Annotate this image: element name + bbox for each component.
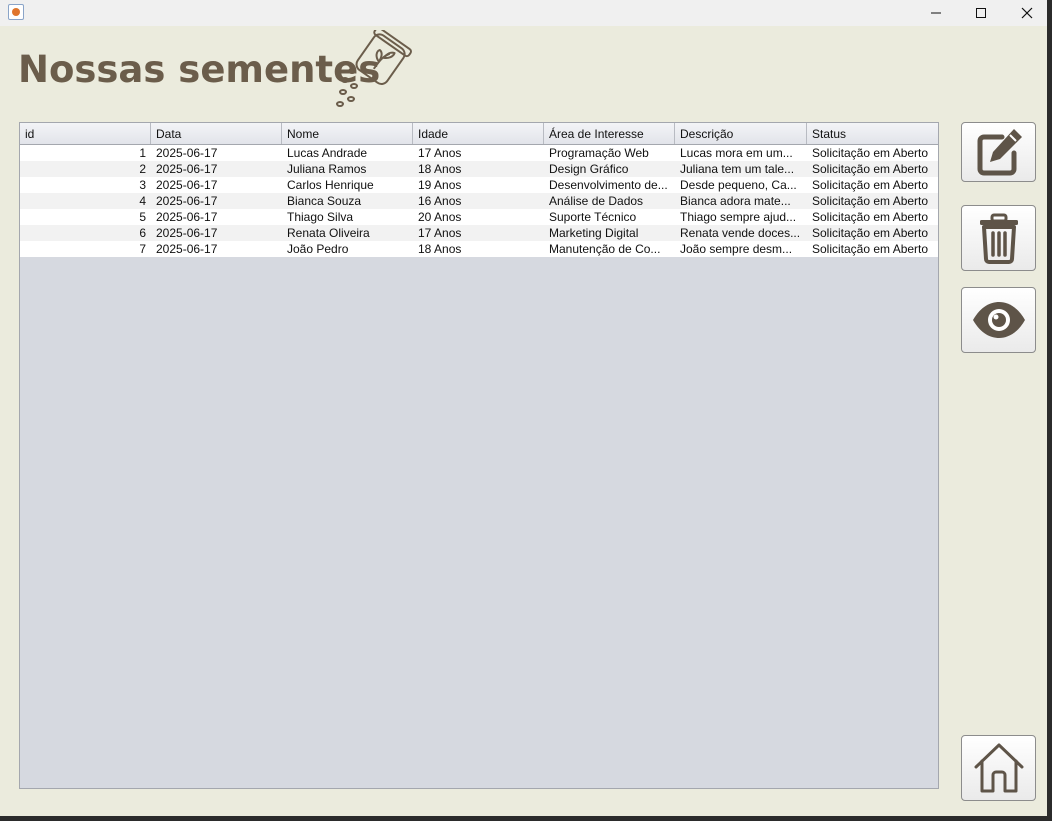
cell-status: Solicitação em Aberto [812, 210, 929, 224]
column-header[interactable]: Descrição [675, 123, 807, 144]
cell-idade: 19 Anos [418, 178, 462, 192]
cell-nome: João Pedro [287, 242, 349, 256]
delete-button[interactable] [961, 205, 1036, 271]
cell-idade: 18 Anos [418, 162, 462, 176]
cell-idade: 16 Anos [418, 194, 462, 208]
cell-nome: Lucas Andrade [287, 146, 368, 160]
cell-area: Design Gráfico [549, 162, 629, 176]
trash-icon [979, 213, 1018, 264]
cell-area: Programação Web [549, 146, 649, 160]
cell-descricao: Lucas mora em um... [680, 146, 793, 160]
close-button[interactable] [1004, 0, 1050, 26]
java-app-icon [8, 4, 24, 20]
cell-nome: Juliana Ramos [287, 162, 367, 176]
cell-descricao: Bianca adora mate... [680, 194, 791, 208]
home-icon [974, 743, 1023, 793]
edit-button[interactable] [961, 122, 1036, 182]
cell-area: Desenvolvimento de... [549, 178, 668, 192]
table-row[interactable]: 4 2025-06-17 Bianca Souza 16 Anos Anális… [20, 193, 938, 209]
app-window: Nossas sementes id Data Nome Idade Área … [0, 0, 1047, 816]
cell-area: Manutenção de Co... [549, 242, 661, 256]
cell-nome: Carlos Henrique [287, 178, 374, 192]
table-row[interactable]: 5 2025-06-17 Thiago Silva 20 Anos Suport… [20, 209, 938, 225]
cell-id: 2 [139, 162, 146, 176]
cell-nome: Thiago Silva [287, 210, 354, 224]
cell-idade: 20 Anos [418, 210, 462, 224]
cell-idade: 17 Anos [418, 226, 462, 240]
cell-status: Solicitação em Aberto [812, 178, 929, 192]
seed-jar-icon [336, 30, 412, 107]
column-header[interactable]: Idade [413, 123, 544, 144]
maximize-icon [976, 8, 986, 18]
cell-descricao: Juliana tem um tale... [680, 162, 795, 176]
cell-id: 7 [139, 242, 146, 256]
cell-idade: 17 Anos [418, 146, 462, 160]
minimize-icon [931, 12, 941, 14]
page-title: Nossas sementes [18, 48, 381, 91]
maximize-button[interactable] [958, 0, 1004, 26]
seeds-table[interactable]: id Data Nome Idade Área de Interesse Des… [19, 122, 939, 789]
cell-descricao: Thiago sempre ajud... [680, 210, 797, 224]
cell-data: 2025-06-17 [156, 178, 218, 192]
cell-status: Solicitação em Aberto [812, 146, 929, 160]
cell-data: 2025-06-17 [156, 210, 218, 224]
cell-nome: Renata Oliveira [287, 226, 370, 240]
cell-descricao: Renata vende doces... [680, 226, 801, 240]
cell-id: 1 [139, 146, 146, 160]
table-row[interactable]: 7 2025-06-17 João Pedro 18 Anos Manutenç… [20, 241, 938, 257]
column-header[interactable]: id [20, 123, 151, 144]
edit-icon [977, 129, 1022, 176]
table-row[interactable]: 6 2025-06-17 Renata Oliveira 17 Anos Mar… [20, 225, 938, 241]
cell-status: Solicitação em Aberto [812, 226, 929, 240]
cell-status: Solicitação em Aberto [812, 194, 929, 208]
cell-id: 5 [139, 210, 146, 224]
close-icon [1021, 7, 1033, 19]
cell-area: Suporte Técnico [549, 210, 637, 224]
column-header[interactable]: Status [807, 123, 938, 144]
table-row[interactable]: 3 2025-06-17 Carlos Henrique 19 Anos Des… [20, 177, 938, 193]
cell-status: Solicitação em Aberto [812, 242, 929, 256]
table-row[interactable]: 2 2025-06-17 Juliana Ramos 18 Anos Desig… [20, 161, 938, 177]
cell-descricao: João sempre desm... [680, 242, 793, 256]
minimize-button[interactable] [913, 0, 959, 26]
cell-descricao: Desde pequeno, Ca... [680, 178, 797, 192]
eye-icon [972, 302, 1025, 338]
cell-nome: Bianca Souza [287, 194, 362, 208]
view-button[interactable] [961, 287, 1036, 353]
cell-data: 2025-06-17 [156, 226, 218, 240]
column-header[interactable]: Área de Interesse [544, 123, 675, 144]
cell-data: 2025-06-17 [156, 146, 218, 160]
cell-area: Marketing Digital [549, 226, 639, 240]
cell-idade: 18 Anos [418, 242, 462, 256]
column-header[interactable]: Data [151, 123, 282, 144]
title-bar [0, 0, 1047, 26]
table-header: id Data Nome Idade Área de Interesse Des… [20, 123, 938, 145]
home-button[interactable] [961, 735, 1036, 801]
cell-data: 2025-06-17 [156, 242, 218, 256]
cell-data: 2025-06-17 [156, 194, 218, 208]
cell-data: 2025-06-17 [156, 162, 218, 176]
cell-status: Solicitação em Aberto [812, 162, 929, 176]
cell-id: 6 [139, 226, 146, 240]
table-body: 1 2025-06-17 Lucas Andrade 17 Anos Progr… [20, 145, 938, 257]
cell-id: 4 [139, 194, 146, 208]
table-row[interactable]: 1 2025-06-17 Lucas Andrade 17 Anos Progr… [20, 145, 938, 161]
column-header[interactable]: Nome [282, 123, 413, 144]
cell-area: Análise de Dados [549, 194, 644, 208]
cell-id: 3 [139, 178, 146, 192]
